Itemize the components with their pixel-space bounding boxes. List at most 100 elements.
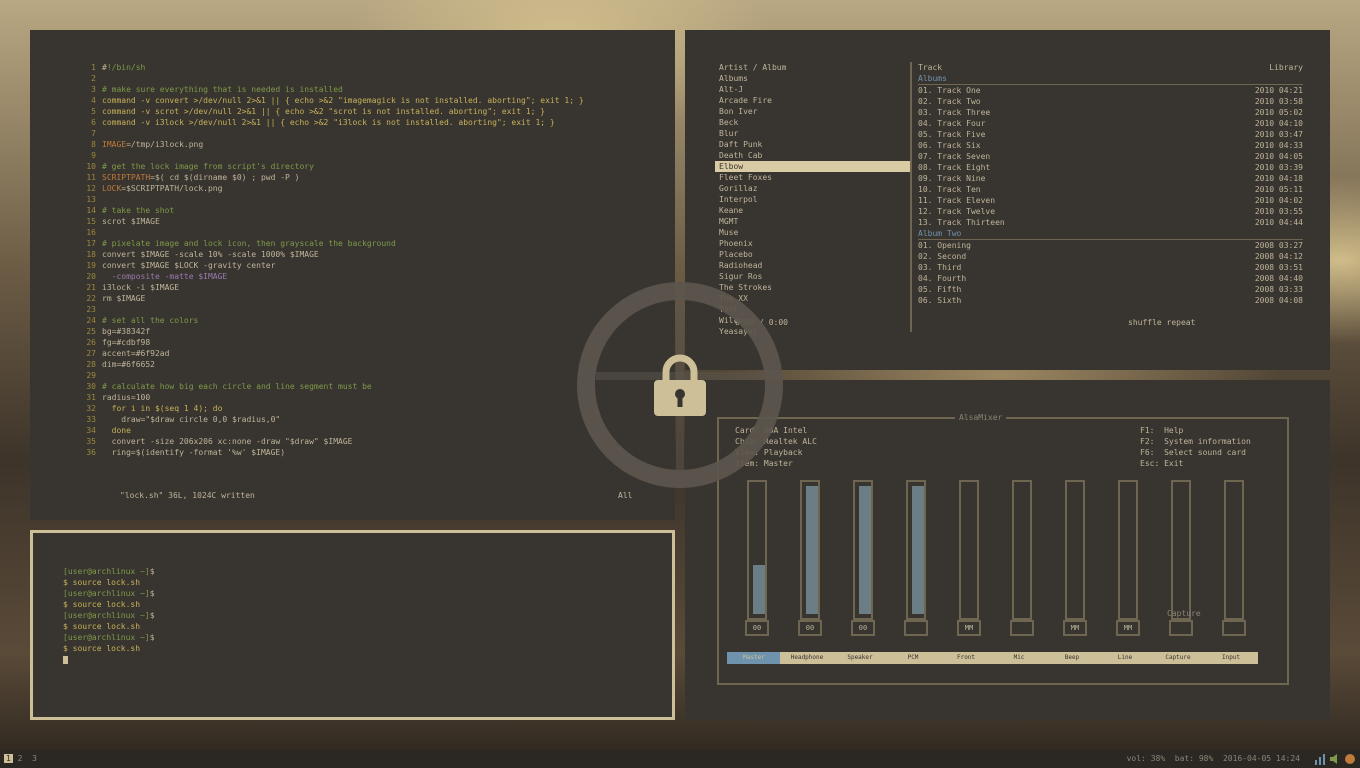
terminal-token: [user@archlinux ~]: [63, 633, 150, 642]
library-item[interactable]: Arcade Fire: [715, 95, 910, 106]
track-row[interactable]: 04. Track Four 2010 04:10: [918, 118, 1303, 129]
line-number: 20: [86, 272, 96, 281]
terminal-token: $ source lock.sh: [63, 622, 141, 631]
alsamixer-window[interactable]: AlsaMixer Card: HDA Intel Chip: Realtek …: [685, 380, 1330, 720]
library-item[interactable]: The XX: [715, 293, 910, 304]
channel-label[interactable]: Beep: [1045, 652, 1099, 664]
editor-status-position: All: [618, 491, 633, 500]
channel-label[interactable]: PCM: [886, 652, 940, 664]
volume-slider[interactable]: [1065, 480, 1085, 620]
track-title: 04. Track Four: [918, 119, 986, 128]
mute-toggle[interactable]: [1169, 620, 1193, 636]
volume-slider[interactable]: [1224, 480, 1244, 620]
track-row[interactable]: 01. Opening 2008 03:27: [918, 240, 1303, 251]
terminal-output[interactable]: [user@archlinux ~]$ $ source lock.sh [use…: [63, 566, 672, 654]
library-item[interactable]: Blur: [715, 128, 910, 139]
track-row[interactable]: 12. Track Twelve 2010 03:55: [918, 206, 1303, 217]
channel-label[interactable]: Front: [939, 652, 993, 664]
volume-slider[interactable]: [853, 480, 873, 620]
update-icon[interactable]: [1344, 752, 1356, 766]
library-item[interactable]: Elbow: [715, 161, 910, 172]
track-row[interactable]: 05. Track Five 2010 03:47: [918, 129, 1303, 140]
track-row[interactable]: 01. Track One 2010 04:21: [918, 85, 1303, 96]
library-item[interactable]: Phoenix: [715, 238, 910, 249]
library-pane[interactable]: Artist / Album Albums Alt-J Arcade Fire Bon…: [715, 62, 910, 337]
volume-slider[interactable]: [747, 480, 767, 620]
track-row[interactable]: 05. Fifth 2008 03:33: [918, 284, 1303, 295]
volume-icon[interactable]: [1329, 752, 1341, 766]
track-row[interactable]: 06. Sixth 2008 04:08: [918, 295, 1303, 306]
mute-toggle[interactable]: [1222, 620, 1246, 636]
volume-slider[interactable]: [800, 480, 820, 620]
mute-toggle[interactable]: 00: [798, 620, 822, 636]
channel-label[interactable]: Capture: [1151, 652, 1205, 664]
terminal-window[interactable]: [user@archlinux ~]$ $ source lock.sh [use…: [30, 530, 675, 720]
library-item[interactable]: Fleet Foxes: [715, 172, 910, 183]
library-item[interactable]: Muse: [715, 227, 910, 238]
library-item[interactable]: The Strokes: [715, 282, 910, 293]
volume-slider[interactable]: [1118, 480, 1138, 620]
channel-label[interactable]: Mic: [992, 652, 1046, 664]
library-item[interactable]: MGMT: [715, 216, 910, 227]
network-icon[interactable]: [1314, 752, 1326, 766]
mute-toggle[interactable]: MM: [957, 620, 981, 636]
line-number: 1: [91, 63, 96, 72]
channel-label[interactable]: Line: [1098, 652, 1152, 664]
library-item[interactable]: Gorillaz: [715, 183, 910, 194]
workspace-switcher[interactable]: 1 2 3: [4, 750, 37, 768]
track-row[interactable]: 03. Third 2008 03:51: [918, 262, 1303, 273]
library-item[interactable]: Keane: [715, 205, 910, 216]
track-row[interactable]: 02. Track Two 2010 03:58: [918, 96, 1303, 107]
library-item[interactable]: Radiohead: [715, 260, 910, 271]
volume-slider[interactable]: [906, 480, 926, 620]
capture-label: Capture: [1167, 609, 1201, 618]
mute-toggle[interactable]: [904, 620, 928, 636]
library-item[interactable]: Alt-J: [715, 84, 910, 95]
track-row[interactable]: 11. Track Eleven 2010 04:02: [918, 195, 1303, 206]
mute-toggle[interactable]: 00: [745, 620, 769, 636]
line-number: 18: [86, 250, 96, 259]
workspace-list[interactable]: 2 3: [13, 754, 37, 763]
status-bar-text: vol: 38% bat: 98% 2016-04-05 14:24: [1126, 754, 1300, 763]
track-row[interactable]: 08. Track Eight 2010 03:39: [918, 162, 1303, 173]
library-item[interactable]: Interpol: [715, 194, 910, 205]
channel-label[interactable]: Input: [1204, 652, 1258, 664]
tracks-pane[interactable]: Track Library Albums 01. Track One 2010 04…: [910, 62, 1303, 332]
mute-toggle[interactable]: [1010, 620, 1034, 636]
track-row[interactable]: 10. Track Ten 2010 05:11: [918, 184, 1303, 195]
library-item[interactable]: Albums: [715, 73, 910, 84]
channel-label[interactable]: Speaker: [833, 652, 887, 664]
mute-toggle[interactable]: 00: [851, 620, 875, 636]
music-player-window[interactable]: Artist / Album Albums Alt-J Arcade Fire Bon…: [685, 30, 1330, 370]
mute-toggle[interactable]: MM: [1116, 620, 1140, 636]
track-title: 01. Opening: [918, 241, 971, 250]
volume-slider[interactable]: [1012, 480, 1032, 620]
library-item[interactable]: Beck: [715, 117, 910, 128]
track-row[interactable]: 07. Track Seven 2010 04:05: [918, 151, 1303, 162]
library-item[interactable]: Daft Punk: [715, 139, 910, 150]
code-line: 1 #!/bin/sh: [80, 62, 675, 73]
code-line: 25 bg=#38342f: [80, 326, 675, 337]
mute-toggle[interactable]: MM: [1063, 620, 1087, 636]
track-row[interactable]: 09. Track Nine 2010 04:18: [918, 173, 1303, 184]
track-row[interactable]: 04. Fourth 2008 04:40: [918, 273, 1303, 284]
track-row[interactable]: 06. Track Six 2010 04:33: [918, 140, 1303, 151]
terminal-token: $ source lock.sh: [63, 578, 141, 587]
track-row[interactable]: 13. Track Thirteen 2010 04:44: [918, 217, 1303, 228]
workspace-current[interactable]: 1: [4, 754, 13, 763]
library-header: Artist / Album: [719, 63, 787, 72]
line-number: 15: [86, 217, 96, 226]
vim-editor-window[interactable]: 1 #!/bin/sh 2 3 # make sure everything that …: [30, 30, 675, 520]
library-item[interactable]: Bon Iver: [715, 106, 910, 117]
track-meta: 2008 03:51: [1254, 263, 1303, 272]
volume-slider[interactable]: [959, 480, 979, 620]
library-item[interactable]: Placebo: [715, 249, 910, 260]
track-row[interactable]: 02. Second 2008 04:12: [918, 251, 1303, 262]
volume-slider[interactable]: [1171, 480, 1191, 620]
track-row[interactable]: 03. Track Three 2010 05:02: [918, 107, 1303, 118]
library-item[interactable]: Death Cab: [715, 150, 910, 161]
library-item[interactable]: Sigur Ros: [715, 271, 910, 282]
tracks-header-right: Library: [1269, 63, 1303, 72]
channel-label[interactable]: Master: [727, 652, 781, 664]
channel-label[interactable]: Headphone: [780, 652, 834, 664]
